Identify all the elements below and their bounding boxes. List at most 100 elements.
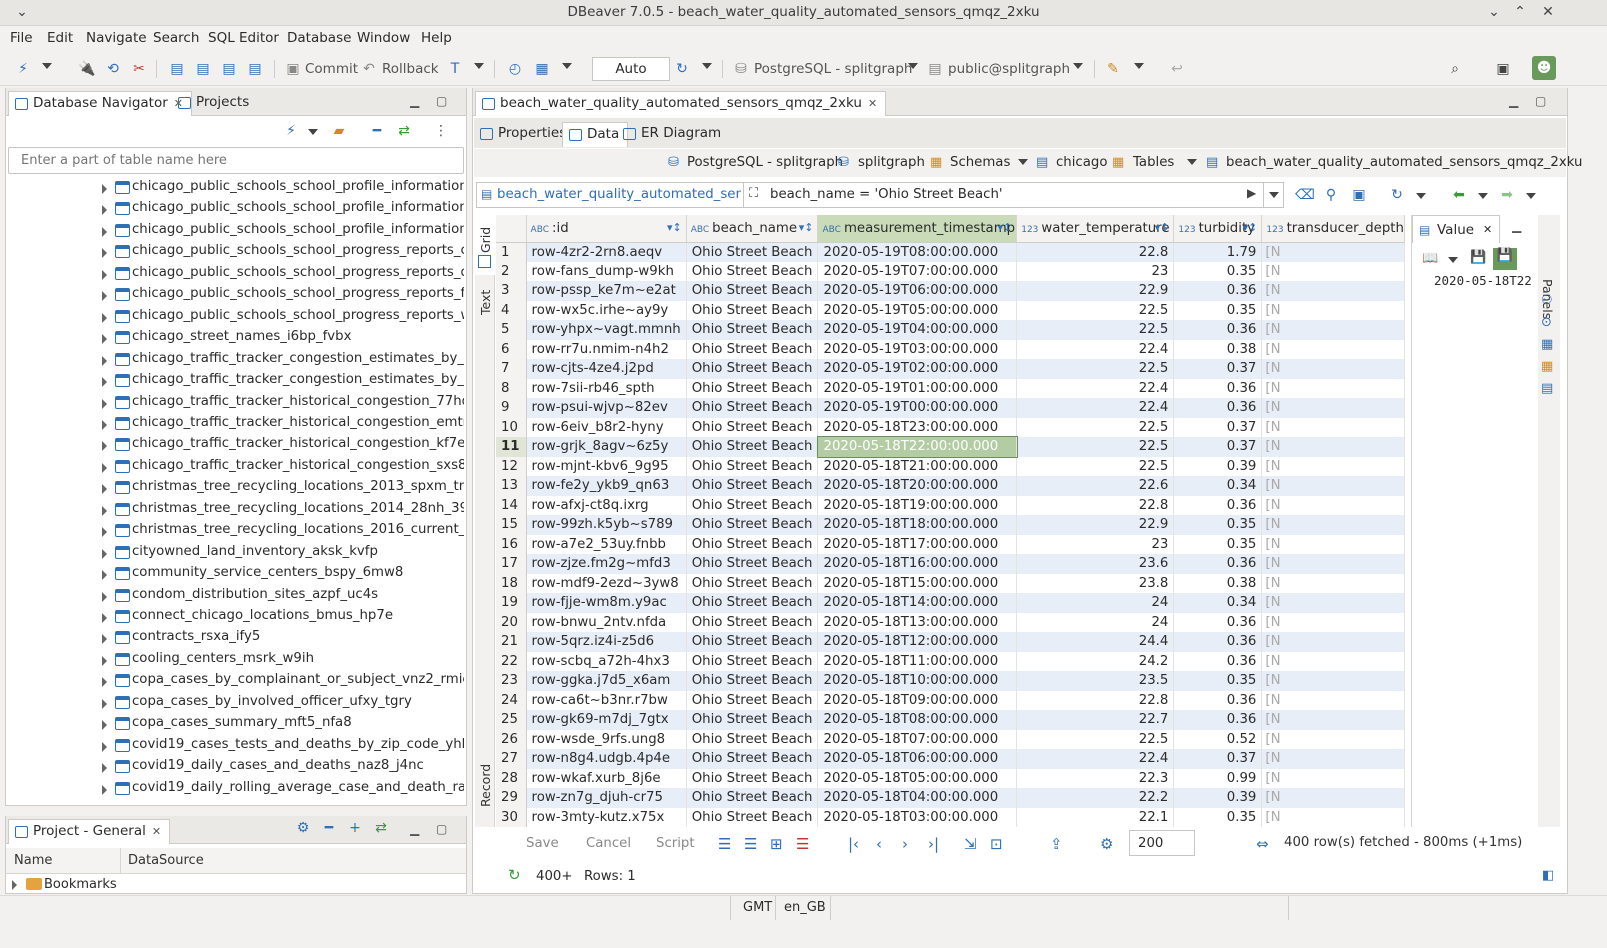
table-cell[interactable]: Ohio Street Beach (686, 768, 819, 788)
table-cell[interactable]: 0.36 (1173, 378, 1263, 398)
row-number[interactable]: 28 (496, 768, 527, 788)
table-row[interactable]: 4 row-wx5c.irhe~ay9y Ohio Street Beach 2020… (496, 300, 1405, 320)
new-folder-icon[interactable]: ▰ (330, 122, 348, 140)
refresh-icon[interactable]: ↻ (508, 866, 521, 884)
tree-item-table[interactable]: christmas_tree_recycling_locations_2014_… (100, 500, 464, 521)
filter-input[interactable]: beach_name = 'Ohio Street Beach' (770, 187, 1003, 202)
menu-window[interactable]: Window (357, 30, 410, 46)
expand-filter-icon[interactable]: ⛶ (749, 186, 758, 201)
rollback-button[interactable]: Rollback (382, 61, 439, 77)
refresh-data-icon[interactable]: ↻ (1388, 186, 1406, 204)
tree-item-table[interactable]: chicago_traffic_tracker_historical_conge… (100, 393, 464, 414)
tree-item-table[interactable]: chicago_public_schools_school_profile_in… (100, 199, 464, 220)
expand-arrow-icon[interactable] (102, 419, 107, 430)
commit-icon[interactable]: ▣ (284, 60, 302, 78)
table-cell-null[interactable]: [N (1261, 339, 1405, 359)
row-number[interactable]: 10 (496, 417, 527, 437)
table-cell[interactable]: row-5qrz.iz4i-z5d6 (526, 632, 687, 652)
previous-page-icon[interactable]: ‹ (876, 835, 882, 853)
table-cell[interactable]: 2020-05-19T02:00:00.000 (817, 359, 1018, 379)
column-header-transducer_depth[interactable]: 123 transducer_depth (1261, 215, 1405, 243)
table-cell[interactable]: row-rr7u.nmim-n4h2 (526, 339, 687, 359)
tree-item-table[interactable]: chicago_public_schools_school_progress_r… (100, 285, 464, 306)
column-header-turbidity[interactable]: 123 turbidity ▾↕ (1173, 215, 1263, 243)
column-header-measurement_timestamp[interactable]: ABC measurement_timestamp ▾↕ (817, 215, 1018, 243)
table-cell[interactable]: 22.8 (1016, 690, 1175, 710)
maximize-panel-icon[interactable]: ▢ (1535, 94, 1546, 108)
expand-arrow-icon[interactable] (102, 248, 107, 259)
navigator-search-box[interactable] (8, 147, 464, 174)
table-cell-null[interactable]: [N (1261, 242, 1405, 262)
table-cell[interactable]: 0.38 (1173, 339, 1263, 359)
tables-dropdown-icon[interactable] (1187, 159, 1197, 165)
column-header-water_temperature[interactable]: 123 water_temperature ▾↕ (1016, 215, 1175, 243)
table-cell-null[interactable]: [N (1261, 768, 1405, 788)
table-cell[interactable]: 0.36 (1173, 632, 1263, 652)
row-number[interactable]: 27 (496, 749, 527, 769)
tree-item-table[interactable]: chicago_public_schools_school_progress_r… (100, 307, 464, 328)
table-cell-null[interactable]: [N (1261, 437, 1405, 457)
table-row[interactable]: 18 row-mdf9-2ezd~3yw8 Ohio Street Beach 202… (496, 573, 1405, 593)
table-cell[interactable]: 22.6 (1016, 476, 1175, 496)
fetch-all-icon[interactable]: ⊡ (990, 835, 1003, 853)
tree-item-table[interactable]: chicago_public_schools_school_progress_r… (100, 264, 464, 285)
dbeaver-perspective-icon[interactable]: ☻ (1532, 56, 1556, 80)
tab-project-general[interactable]: Project - General ✕ (8, 819, 171, 844)
expand-arrow-icon[interactable] (12, 880, 17, 890)
rollback-icon[interactable]: ↶ (360, 60, 378, 78)
table-cell[interactable]: Ohio Street Beach (686, 515, 819, 535)
table-cell[interactable]: 0.38 (1173, 573, 1263, 593)
table-cell[interactable]: 0.99 (1173, 768, 1263, 788)
table-cell[interactable]: 0.35 (1173, 300, 1263, 320)
table-row[interactable]: 20 row-bnwu_2ntv.nfda Ohio Street Beach 202… (496, 612, 1405, 632)
breadcrumb-table[interactable]: beach_water_quality_automated_sensors_qm… (1226, 155, 1582, 170)
expand-arrow-icon[interactable] (102, 634, 107, 645)
configure-icon[interactable]: ⚙ (294, 819, 312, 837)
table-cell[interactable]: 2020-05-18T08:00:00.000 (817, 710, 1018, 730)
calc-panel-icon[interactable]: ▦ (1541, 359, 1553, 374)
table-cell-null[interactable]: [N (1261, 417, 1405, 437)
maximize-panel-icon[interactable]: ▢ (436, 822, 447, 836)
expand-arrow-icon[interactable] (102, 269, 107, 280)
tab-table-editor[interactable]: beach_water_quality_automated_sensors_qm… (475, 91, 887, 116)
table-cell[interactable]: 0.37 (1173, 749, 1263, 769)
table-cell-null[interactable]: [N (1261, 651, 1405, 671)
table-cell[interactable]: 22.5 (1016, 437, 1175, 457)
table-cell[interactable]: 0.35 (1173, 515, 1263, 535)
expand-arrow-icon[interactable] (102, 226, 107, 237)
tree-item-table[interactable]: cooling_centers_msrk_w9ih (100, 650, 464, 671)
table-cell[interactable]: 0.36 (1173, 651, 1263, 671)
breadcrumb-connection[interactable]: PostgreSQL - splitgraph (687, 155, 843, 170)
row-number[interactable]: 12 (496, 456, 527, 476)
table-cell[interactable]: 0.35 (1173, 534, 1263, 554)
minimize-panel-icon[interactable]: ▁ (1509, 94, 1518, 108)
row-number[interactable]: 6 (496, 339, 527, 359)
navigate-back-dropdown-icon[interactable] (1478, 193, 1488, 199)
table-cell-null[interactable]: [N (1261, 261, 1405, 281)
table-row[interactable]: 9 row-psui-wjvp~82ev Ohio Street Beach 2020… (496, 398, 1405, 418)
table-cell[interactable]: 22.4 (1016, 339, 1175, 359)
table-cell[interactable]: Ohio Street Beach (686, 300, 819, 320)
expand-arrow-icon[interactable] (102, 527, 107, 538)
delete-row-icon[interactable]: ☰ (796, 835, 809, 853)
table-cell[interactable]: 2020-05-18T09:00:00.000 (817, 690, 1018, 710)
table-cell-null[interactable]: [N (1261, 729, 1405, 749)
save-value-icon[interactable]: 💾 (1470, 250, 1486, 265)
table-cell[interactable]: 0.36 (1173, 554, 1263, 574)
table-cell[interactable]: 1.79 (1173, 242, 1263, 262)
breadcrumb-tables[interactable]: Tables (1133, 155, 1174, 170)
table-cell[interactable]: 0.37 (1173, 417, 1263, 437)
table-cell[interactable]: 2020-05-18T17:00:00.000 (817, 534, 1018, 554)
table-cell[interactable]: 2020-05-19T00:00:00.000 (817, 398, 1018, 418)
row-number[interactable]: 13 (496, 476, 527, 496)
table-cell-null[interactable]: [N (1261, 534, 1405, 554)
reconnect-icon[interactable]: ⟲ (104, 60, 122, 78)
tree-item-table[interactable]: condom_distribution_sites_azpf_uc4s (100, 586, 464, 607)
row-number[interactable]: 8 (496, 378, 527, 398)
transaction-mode-dropdown-icon[interactable] (474, 63, 484, 69)
table-cell[interactable]: 22.4 (1016, 378, 1175, 398)
expand-arrow-icon[interactable] (102, 377, 107, 388)
fetch-next-icon[interactable]: ⇲ (964, 835, 977, 853)
table-cell-null[interactable]: [N (1261, 515, 1405, 535)
table-cell[interactable]: 0.34 (1173, 476, 1263, 496)
